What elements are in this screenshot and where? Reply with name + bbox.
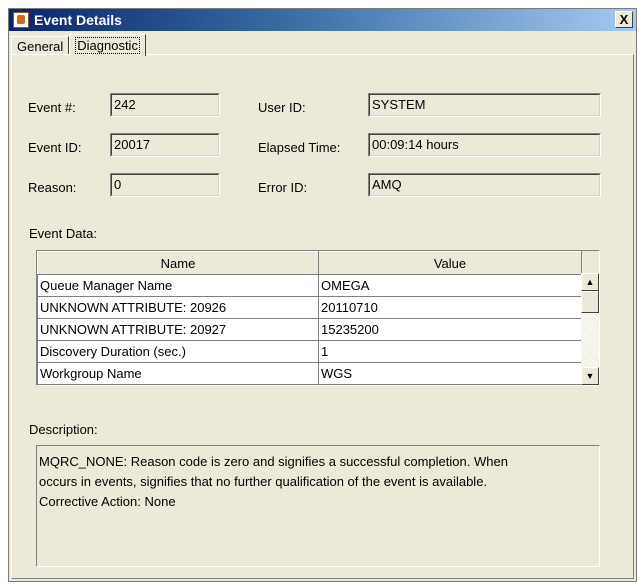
row-value-cell: 20110710	[318, 296, 582, 319]
event-details-window: Event Details X General Diagnostic Event…	[8, 8, 637, 582]
row-name-cell: UNKNOWN ATTRIBUTE: 20926	[37, 296, 319, 319]
table-row[interactable]: Workgroup Name WGS	[37, 362, 582, 385]
description-line: Corrective Action: None	[39, 494, 176, 509]
reason-field[interactable]: 0	[110, 173, 220, 197]
scroll-down-arrow-icon: ▼	[585, 371, 595, 381]
event-num-label: Event #:	[28, 100, 76, 115]
description-box[interactable]: MQRC_NONE: Reason code is zero and signi…	[36, 445, 600, 567]
error-id-label: Error ID:	[258, 180, 308, 195]
close-button[interactable]: X	[615, 11, 633, 28]
tab-general[interactable]: General	[11, 36, 70, 55]
description-line: MQRC_NONE: Reason code is zero and signi…	[39, 454, 508, 469]
event-id-label: Event ID:	[28, 140, 82, 155]
elapsed-time-label: Elapsed Time:	[258, 140, 341, 155]
column-header-name[interactable]: Name	[37, 251, 319, 275]
scroll-up-arrow-icon: ▲	[585, 277, 595, 287]
table-row[interactable]: Discovery Duration (sec.) 1	[37, 340, 582, 363]
column-header-value[interactable]: Value	[318, 251, 582, 275]
row-name-cell: Discovery Duration (sec.)	[37, 340, 319, 363]
window-title: Event Details	[34, 12, 122, 28]
row-value-cell: 1	[318, 340, 582, 363]
scroll-down-button[interactable]: ▼	[581, 367, 599, 385]
row-value-cell: WGS	[318, 362, 582, 385]
description-line: occurs in events, signifies that no furt…	[39, 474, 488, 489]
elapsed-time-field[interactable]: 00:09:14 hours	[368, 133, 601, 157]
event-id-field[interactable]: 20017	[110, 133, 220, 157]
user-id-field[interactable]: SYSTEM	[368, 93, 601, 117]
reason-label: Reason:	[28, 180, 77, 195]
error-id-field[interactable]: AMQ	[368, 173, 601, 197]
close-icon: X	[619, 12, 629, 27]
tab-diagnostic[interactable]: Diagnostic	[69, 34, 146, 56]
tab-diagnostic-label: Diagnostic	[75, 37, 140, 54]
event-data-label: Event Data:	[29, 226, 97, 241]
row-value-cell: 15235200	[318, 318, 582, 341]
table-header-row: Name Value	[37, 251, 582, 275]
java-app-icon	[13, 12, 29, 28]
tab-general-label: General	[17, 38, 64, 54]
row-value-cell: OMEGA	[318, 274, 582, 297]
table-vertical-scrollbar[interactable]: ▲ ▼	[581, 273, 599, 385]
table-row[interactable]: Queue Manager Name OMEGA	[37, 274, 582, 297]
diagnostic-panel: Event #: 242 Event ID: 20017 Reason: 0 U…	[11, 54, 634, 579]
event-data-grid: Name Value Queue Manager Name OMEGA UNKN…	[37, 251, 582, 385]
row-name-cell: Queue Manager Name	[37, 274, 319, 297]
description-label: Description:	[29, 422, 98, 437]
table-row[interactable]: UNKNOWN ATTRIBUTE: 20926 20110710	[37, 296, 582, 319]
row-name-cell: Workgroup Name	[37, 362, 319, 385]
scroll-thumb[interactable]	[581, 291, 599, 313]
table-header-corner	[581, 251, 599, 273]
row-name-cell: UNKNOWN ATTRIBUTE: 20927	[37, 318, 319, 341]
scroll-up-button[interactable]: ▲	[581, 273, 599, 291]
tab-strip: General Diagnostic	[11, 33, 146, 56]
title-bar[interactable]: Event Details X	[9, 9, 636, 31]
event-data-table: Name Value Queue Manager Name OMEGA UNKN…	[36, 250, 600, 386]
event-num-field[interactable]: 242	[110, 93, 220, 117]
user-id-label: User ID:	[258, 100, 306, 115]
table-row[interactable]: UNKNOWN ATTRIBUTE: 20927 15235200	[37, 318, 582, 341]
